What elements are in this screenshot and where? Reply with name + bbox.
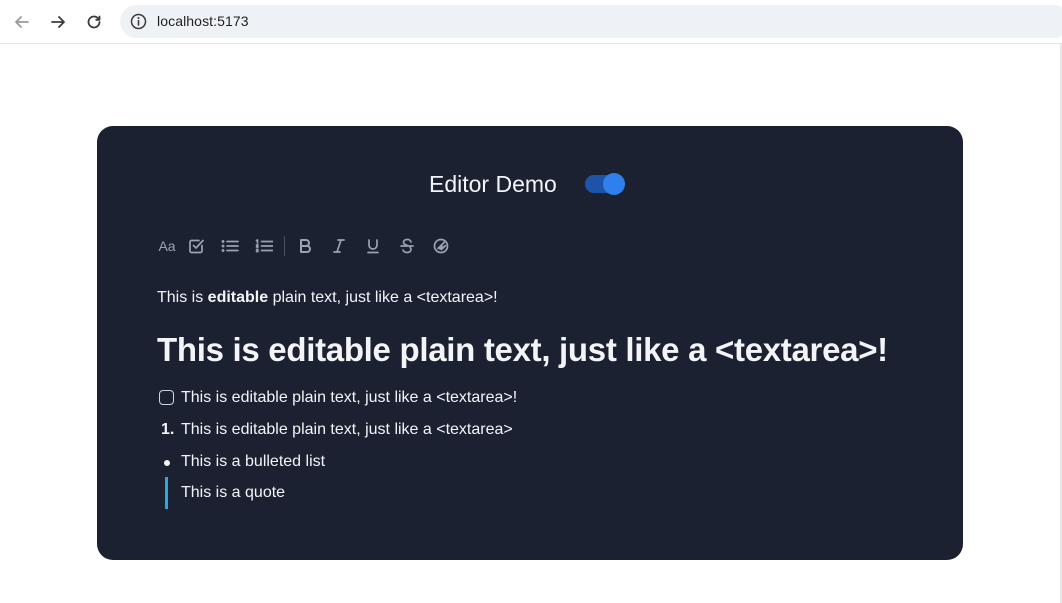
- paragraph-suffix: plain text, just like a <textarea>!: [268, 289, 498, 306]
- checklist-icon: [189, 239, 204, 254]
- italic-icon: [333, 239, 345, 253]
- back-arrow-icon: [15, 16, 29, 28]
- url-text: localhost:5173: [157, 13, 249, 29]
- checklist-button[interactable]: [184, 234, 208, 258]
- browser-toolbar: localhost:5173: [0, 0, 1062, 44]
- toggle-knob: [603, 173, 625, 195]
- bulleted-list-icon: [221, 240, 239, 252]
- forward-button[interactable]: [44, 8, 72, 36]
- strikethrough-button[interactable]: [395, 234, 419, 258]
- check-item-text: This is editable plain text, just like a…: [181, 389, 518, 406]
- theme-toggle[interactable]: [585, 173, 625, 195]
- quote-text: This is a quote: [181, 484, 286, 501]
- paragraph: This is editable plain text, just like a…: [157, 289, 498, 307]
- heading: This is editable plain text, just like a…: [157, 331, 888, 368]
- paragraph-prefix: This is: [157, 289, 208, 306]
- font-button[interactable]: Aa: [155, 234, 179, 258]
- toolbar-divider: [284, 236, 285, 256]
- underline-icon: [367, 239, 379, 254]
- bullet-item-text: This is a bulleted list: [181, 453, 326, 470]
- forward-arrow-icon: [51, 16, 65, 28]
- clear-format-icon: [433, 238, 449, 254]
- underline-button[interactable]: [361, 234, 385, 258]
- numbered-item-text: This is editable plain text, just like a…: [181, 421, 513, 438]
- italic-button[interactable]: [327, 234, 351, 258]
- address-bar[interactable]: localhost:5173: [120, 5, 1062, 38]
- bold-button[interactable]: [293, 234, 317, 258]
- number-marker: 1.: [161, 421, 175, 438]
- paragraph-bold: editable: [207, 289, 269, 306]
- numbered-list-icon: [255, 239, 273, 253]
- editor-title: Editor Demo: [429, 171, 557, 197]
- back-button[interactable]: [8, 8, 36, 36]
- font-icon: Aa: [158, 238, 176, 254]
- site-info-icon[interactable]: [130, 13, 147, 30]
- bullet-icon: [164, 460, 170, 466]
- quote-bar: [165, 477, 168, 509]
- bold-icon: [300, 239, 311, 253]
- clear-format-button[interactable]: [429, 234, 453, 258]
- bulleted-list-button[interactable]: [218, 234, 242, 258]
- reload-icon: [87, 15, 101, 29]
- numbered-list-button[interactable]: [252, 234, 276, 258]
- checkbox[interactable]: [159, 390, 174, 405]
- editor-card: Editor Demo Aa This is editable plain te…: [97, 126, 963, 560]
- reload-button[interactable]: [80, 8, 108, 36]
- strikethrough-icon: [400, 238, 414, 254]
